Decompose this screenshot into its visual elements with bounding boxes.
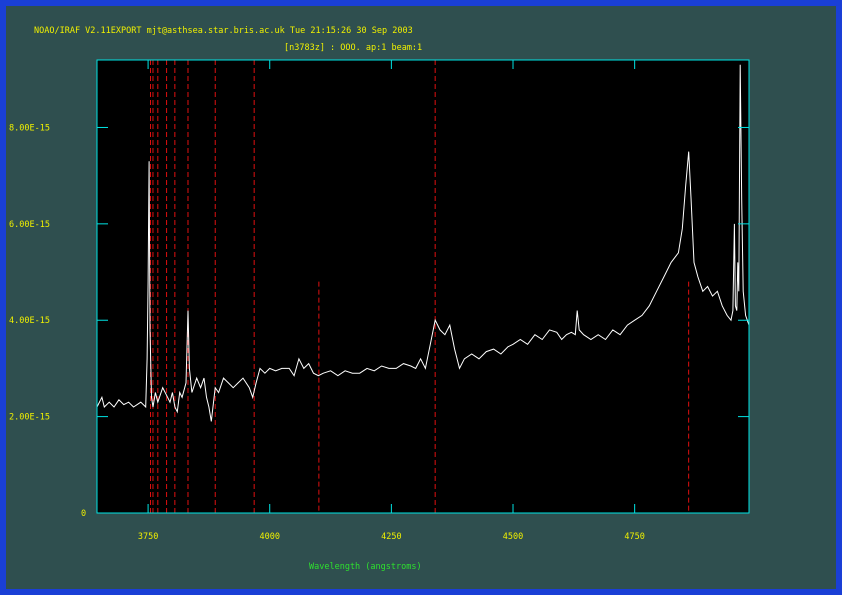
spectrum-chart: NOAO/IRAF V2.11EXPORT mjt@asthsea.star.b… <box>9 26 750 572</box>
x-axis-label: Wavelength (angstroms) <box>309 562 422 572</box>
y-tick-label: 2.00E-15 <box>9 413 50 423</box>
x-tick-label: 4500 <box>503 532 523 542</box>
y-tick-label: 6.00E-15 <box>9 220 50 230</box>
y-tick-label: 0 <box>81 509 86 519</box>
y-tick-label: 4.00E-15 <box>9 316 50 326</box>
x-tick-label: 4250 <box>381 532 401 542</box>
x-tick-labels: 3750 4000 4250 4500 4750 <box>138 532 645 542</box>
plot-title: [n3783z] : OOO. ap:1 beam:1 <box>284 43 422 53</box>
plot-header-info: NOAO/IRAF V2.11EXPORT mjt@asthsea.star.b… <box>34 26 413 36</box>
x-tick-label: 3750 <box>138 532 158 542</box>
iraf-plot-panel: NOAO/IRAF V2.11EXPORT mjt@asthsea.star.b… <box>6 6 836 589</box>
y-tick-label: 8.00E-15 <box>9 123 50 133</box>
y-tick-labels: 0 2.00E-15 4.00E-15 6.00E-15 8.00E-15 <box>9 123 86 519</box>
x-tick-label: 4750 <box>624 532 644 542</box>
plot-area <box>97 60 749 513</box>
x-tick-label: 4000 <box>259 532 279 542</box>
